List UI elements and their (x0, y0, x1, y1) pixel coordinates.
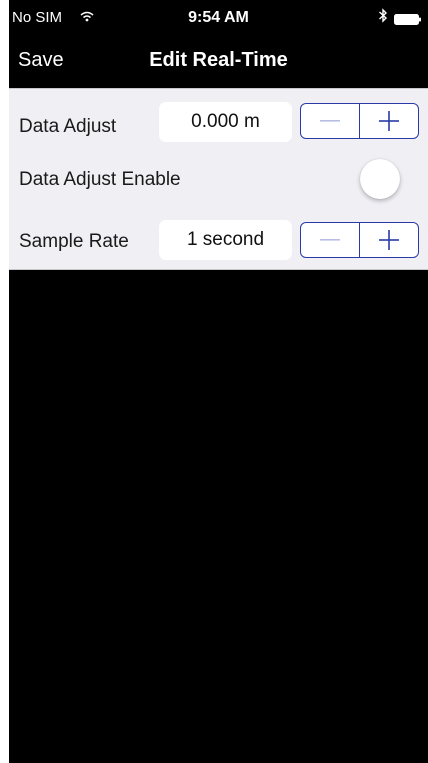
sample-rate-increment-button[interactable] (360, 223, 418, 257)
data-adjust-enable-row: Data Adjust Enable (9, 159, 428, 207)
sample-rate-decrement-button[interactable] (301, 223, 359, 257)
data-adjust-row: Data Adjust 0.000 m (9, 89, 428, 159)
data-adjust-stepper (300, 103, 419, 139)
data-adjust-increment-button[interactable] (360, 104, 418, 138)
empty-content-area (9, 270, 428, 763)
sample-rate-value-field[interactable]: 1 second (159, 220, 292, 260)
plus-icon (379, 230, 400, 250)
bluetooth-icon (378, 8, 388, 27)
data-adjust-decrement-button[interactable] (301, 104, 359, 138)
settings-panel: Data Adjust 0.000 m Data Adjust Enable S… (9, 88, 428, 270)
data-adjust-enable-toggle[interactable] (360, 159, 400, 199)
plus-icon (379, 111, 400, 131)
page-title: Edit Real-Time (149, 49, 288, 71)
status-bar: No SIM 9:54 AM (9, 0, 428, 35)
battery-icon (394, 12, 422, 29)
clock: 9:54 AM (188, 9, 249, 26)
data-adjust-value-field[interactable]: 0.000 m (159, 102, 292, 142)
sample-rate-row: Sample Rate 1 second (9, 207, 428, 269)
data-adjust-label: Data Adjust (19, 116, 117, 137)
navigation-bar: Save Edit Real-Time (9, 35, 428, 88)
phone-screen: No SIM 9:54 AM Save Edit Real-Time Data … (9, 0, 428, 763)
sample-rate-label: Sample Rate (19, 231, 129, 252)
data-adjust-enable-label: Data Adjust Enable (19, 169, 181, 190)
minus-icon (319, 239, 340, 241)
minus-icon (319, 120, 340, 122)
sample-rate-stepper (300, 222, 419, 258)
